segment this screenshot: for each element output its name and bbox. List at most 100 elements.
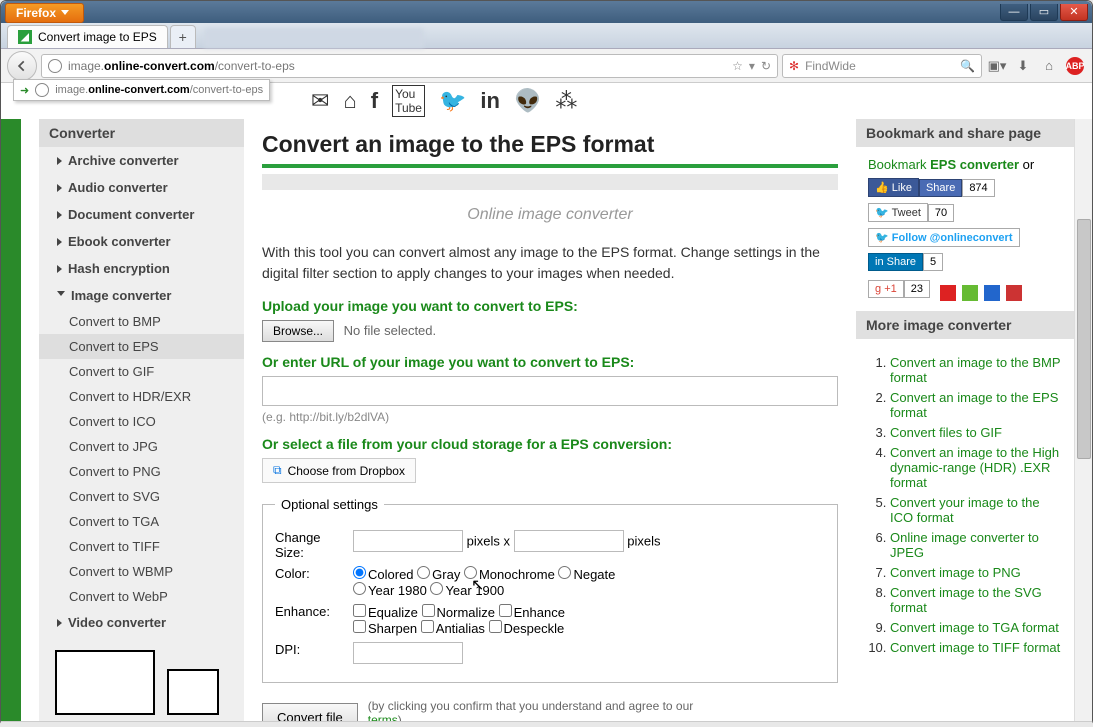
linkedin-widget[interactable]: in Share5 — [868, 253, 1062, 271]
sidebar-sub-wbmp[interactable]: Convert to WBMP — [39, 559, 244, 584]
more-item[interactable]: Convert an image to the BMP format — [890, 355, 1062, 385]
color-gray-radio[interactable] — [417, 566, 430, 579]
enh-normalize-cb[interactable] — [422, 604, 435, 617]
adblock-icon[interactable]: ABP — [1064, 57, 1086, 75]
reload-icon[interactable]: ↻ — [761, 59, 771, 73]
gplus-widget[interactable]: g +123 — [868, 280, 930, 298]
sidebar-sub-gif[interactable]: Convert to GIF — [39, 359, 244, 384]
url-hint-text: (e.g. http://bit.ly/b2dlVA) — [262, 410, 838, 424]
enh-enhance-cb[interactable] — [499, 604, 512, 617]
scrollbar-thumb[interactable] — [1077, 219, 1091, 459]
right-column: Bookmark and share page Bookmark EPS con… — [856, 119, 1074, 721]
sidebar-sub-webp[interactable]: Convert to WebP — [39, 584, 244, 609]
enh-equalize-cb[interactable] — [353, 604, 366, 617]
facebook-icon[interactable]: f — [371, 88, 378, 114]
more-item[interactable]: Convert image to the SVG format — [890, 585, 1062, 615]
sidebar-item-archive[interactable]: Archive converter — [39, 147, 244, 174]
home-button[interactable]: ⌂ — [1038, 58, 1060, 73]
enh-sharpen-cb[interactable] — [353, 620, 366, 633]
caret-right-icon — [57, 184, 62, 192]
main-content: Convert an image to the EPS format Onlin… — [244, 119, 856, 721]
browse-button[interactable]: Browse... — [262, 320, 334, 342]
image-url-input[interactable] — [262, 376, 838, 406]
description: With this tool you can convert almost an… — [262, 242, 838, 284]
email-icon[interactable]: ✉ — [311, 88, 329, 114]
url-suggestion-popup[interactable]: ➜ image.online-convert.com/convert-to-ep… — [13, 79, 270, 101]
tab-active[interactable]: ◢ Convert image to EPS — [7, 25, 168, 48]
status-bar — [1, 721, 1092, 727]
color-1980-radio[interactable] — [353, 582, 366, 595]
search-icon[interactable]: 🔍 — [960, 59, 975, 73]
enh-antialias-cb[interactable] — [421, 620, 434, 633]
caret-right-icon — [57, 619, 62, 627]
dpi-input[interactable] — [353, 642, 463, 664]
firefox-menu-button[interactable]: Firefox — [5, 3, 84, 23]
bookmark-link[interactable]: Bookmark EPS converter — [868, 157, 1019, 172]
sidebar-item-video[interactable]: Video converter — [39, 609, 244, 636]
sidebar-item-document[interactable]: Document converter — [39, 201, 244, 228]
sidebar-sub-tga[interactable]: Convert to TGA — [39, 509, 244, 534]
new-tab-button[interactable]: + — [170, 25, 196, 48]
yelp-icon[interactable]: ⁂ — [555, 88, 577, 114]
sidebar-sub-svg[interactable]: Convert to SVG — [39, 484, 244, 509]
window-minimize-button[interactable]: — — [1000, 4, 1028, 21]
fb-like-widget[interactable]: 👍 LikeShare874 — [868, 178, 1062, 197]
more-item[interactable]: Convert image to PNG — [890, 565, 1062, 580]
sidebar-item-audio[interactable]: Audio converter — [39, 174, 244, 201]
color-label: Color: — [275, 566, 341, 581]
more-item[interactable]: Online image converter to JPEG — [890, 530, 1062, 560]
tweet-widget[interactable]: 🐦 Tweet70 — [868, 203, 1062, 222]
more-item[interactable]: Convert an image to the EPS format — [890, 390, 1062, 420]
more-item[interactable]: Convert image to TGA format — [890, 620, 1062, 635]
color-1900-radio[interactable] — [430, 582, 443, 595]
sidebar-item-ebook[interactable]: Ebook converter — [39, 228, 244, 255]
width-input[interactable] — [353, 530, 463, 552]
twitter-follow-widget[interactable]: 🐦 Follow @onlineconvert — [868, 228, 1062, 247]
dropbox-label: Choose from Dropbox — [288, 464, 405, 478]
twitter-icon[interactable]: 🐦 — [439, 88, 466, 114]
sidebar-illustration — [55, 650, 244, 715]
misc-share-icons[interactable] — [940, 285, 1022, 301]
sidebar-sub-ico[interactable]: Convert to ICO — [39, 409, 244, 434]
reddit-icon[interactable]: 👽 — [514, 88, 541, 114]
more-item[interactable]: Convert your image to the ICO format — [890, 495, 1062, 525]
enh-despeckle-cb[interactable] — [489, 620, 502, 633]
window-close-button[interactable]: ✕ — [1060, 4, 1088, 21]
sidebar-item-hash[interactable]: Hash encryption — [39, 255, 244, 282]
more-item[interactable]: Convert image to TIFF format — [890, 640, 1062, 655]
bookmarks-dropdown-button[interactable]: ▣▾ — [986, 58, 1008, 74]
color-colored-radio[interactable] — [353, 566, 366, 579]
sidebar-sub-jpg[interactable]: Convert to JPG — [39, 434, 244, 459]
dropdown-caret-icon[interactable]: ▾ — [749, 59, 755, 73]
youtube-icon[interactable]: YouTube — [392, 85, 425, 117]
sidebar-sub-bmp[interactable]: Convert to BMP — [39, 309, 244, 334]
sidebar-sub-hdr[interactable]: Convert to HDR/EXR — [39, 384, 244, 409]
optional-legend: Optional settings — [275, 497, 384, 512]
dropbox-icon: ⧉ — [273, 463, 282, 478]
sidebar-sub-png[interactable]: Convert to PNG — [39, 459, 244, 484]
size-label: Change Size: — [275, 530, 341, 560]
terms-link[interactable]: terms — [368, 713, 398, 722]
dropbox-button[interactable]: ⧉ Choose from Dropbox — [262, 458, 416, 483]
convert-button[interactable]: Convert file — [262, 703, 358, 721]
linkedin-icon[interactable]: in — [480, 88, 500, 114]
back-button[interactable] — [7, 51, 37, 81]
bookmark-star-icon[interactable]: ☆ — [732, 59, 743, 73]
more-item[interactable]: Convert an image to the High dynamic-ran… — [890, 445, 1062, 490]
scrollbar-track[interactable] — [1074, 119, 1092, 721]
address-field[interactable]: image.online-convert.com/convert-to-eps … — [41, 54, 778, 78]
background-tab[interactable] — [204, 28, 424, 48]
more-item[interactable]: Convert files to GIF — [890, 425, 1062, 440]
search-field[interactable]: ✻ FindWide 🔍 — [782, 54, 982, 78]
sidebar-sub-tiff[interactable]: Convert to TIFF — [39, 534, 244, 559]
height-input[interactable] — [514, 530, 624, 552]
window-maximize-button[interactable]: ▭ — [1030, 4, 1058, 21]
sidebar-item-image[interactable]: Image converter — [39, 282, 244, 309]
spacer — [21, 119, 39, 721]
downloads-button[interactable]: ⬇ — [1012, 58, 1034, 74]
color-negate-radio[interactable] — [558, 566, 571, 579]
url-bar: image.online-convert.com/convert-to-eps … — [1, 49, 1092, 83]
home-icon[interactable]: ⌂ — [343, 88, 356, 114]
color-mono-radio[interactable] — [464, 566, 477, 579]
sidebar-sub-eps[interactable]: Convert to EPS — [39, 334, 244, 359]
